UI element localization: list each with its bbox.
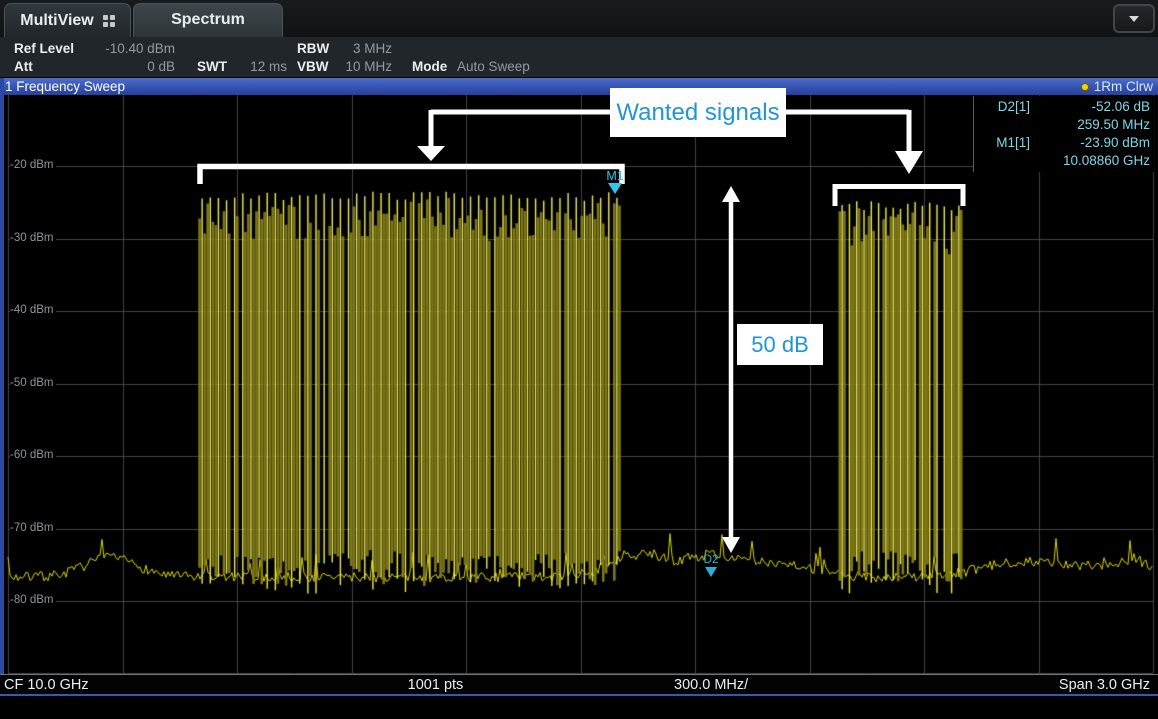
ref-level-label: Ref Level <box>14 41 74 56</box>
y-axis-label: -40 dBm <box>10 304 56 316</box>
y-axis-label: -50 dBm <box>10 377 56 389</box>
wanted-signals-callout: Wanted signals <box>610 88 786 137</box>
swt-value[interactable]: 12 ms <box>240 59 287 74</box>
y-axis-label: -80 dBm <box>10 594 56 606</box>
tab-multiview[interactable]: MultiView <box>4 3 131 37</box>
spectrum-graph[interactable]: -20 dBm -30 dBm -40 dBm -50 dBm -60 dBm … <box>4 95 1155 674</box>
vbw-label: VBW <box>297 59 329 74</box>
center-frequency-value[interactable]: CF 10.0 GHz <box>4 677 89 693</box>
span-value[interactable]: Span 3.0 GHz <box>1044 677 1150 693</box>
channel-settings-bar: Ref Level -10.40 dBm RBW 3 MHz Att 0 dB … <box>0 37 1158 77</box>
delta-db-text: 50 dB <box>751 332 809 358</box>
att-value[interactable]: 0 dB <box>90 59 175 74</box>
rbw-label: RBW <box>297 41 329 56</box>
tab-bar: MultiView Spectrum <box>0 0 1158 37</box>
marker-d2-freq: 259.50 MHz <box>1030 116 1150 134</box>
chevron-down-icon <box>1129 16 1139 22</box>
trace-color-dot-icon <box>1081 83 1089 91</box>
att-label: Att <box>14 59 33 74</box>
wanted-signals-text: Wanted signals <box>616 99 779 127</box>
tab-spectrum-label: Spectrum <box>171 11 245 29</box>
mode-value[interactable]: Auto Sweep <box>457 59 530 74</box>
swt-label: SWT <box>197 59 227 74</box>
trace-mode-info: 1Rm Clrw <box>1081 79 1153 94</box>
ref-level-value[interactable]: -10.40 dBm <box>90 41 175 56</box>
result-window-titlebar[interactable]: 1 Frequency Sweep 1Rm Clrw <box>0 78 1158 95</box>
rbw-value[interactable]: 3 MHz <box>337 41 392 56</box>
y-axis-label: -70 dBm <box>10 522 56 534</box>
tab-multiview-label: MultiView <box>20 12 94 30</box>
sweep-footer-bar: CF 10.0 GHz 1001 pts 300.0 MHz/ Span 3.0… <box>0 674 1158 696</box>
trace-canvas[interactable] <box>4 95 1155 674</box>
sweep-points-value[interactable]: 1001 pts <box>403 677 468 693</box>
per-division-value[interactable]: 300.0 MHz/ <box>674 677 748 693</box>
marker-m1-name: M1[1] <box>974 134 1030 152</box>
window-menu-button[interactable] <box>1113 4 1155 33</box>
delta-db-callout: 50 dB <box>737 324 823 365</box>
marker-d2-name: D2[1] <box>974 98 1030 116</box>
y-axis-label: -60 dBm <box>10 449 56 461</box>
trace-mode-label: 1Rm Clrw <box>1094 79 1153 94</box>
marker-m1-level: -23.90 dBm <box>1030 134 1150 152</box>
marker-d2-level: -52.06 dB <box>1030 98 1150 116</box>
spectrum-analyzer-screen: MultiView Spectrum Ref Level -10.40 dBm … <box>0 0 1158 719</box>
window-title: 1 Frequency Sweep <box>5 79 125 94</box>
vbw-value[interactable]: 10 MHz <box>337 59 392 74</box>
marker-table: D2[1] -52.06 dB 259.50 MHz M1[1] -23.90 … <box>973 96 1154 172</box>
marker-m1-freq: 10.08860 GHz <box>1030 152 1150 170</box>
y-axis-label: -20 dBm <box>10 159 56 171</box>
y-axis-label: -30 dBm <box>10 232 56 244</box>
multiview-grid-icon <box>103 15 115 27</box>
mode-label: Mode <box>412 59 447 74</box>
